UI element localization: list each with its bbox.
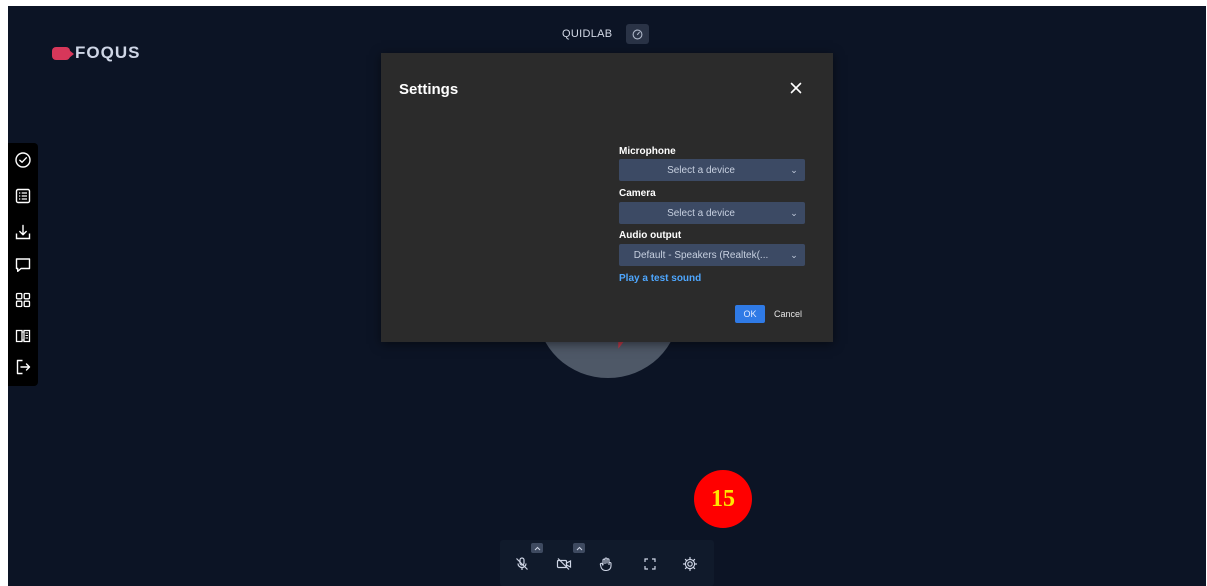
dialog-title: Settings	[399, 81, 459, 98]
microphone-label: Microphone	[619, 146, 676, 157]
raise-hand-icon[interactable]	[594, 552, 618, 576]
check-circle-icon[interactable]	[12, 149, 34, 171]
left-border	[0, 0, 8, 586]
mic-off-icon[interactable]	[510, 552, 534, 576]
call-toolbar	[500, 540, 714, 586]
book-icon[interactable]	[12, 325, 34, 347]
camera-select-value: Select a device	[667, 207, 735, 219]
room-name: QUIDLAB	[562, 28, 613, 40]
chevron-down-icon: ⌄	[790, 207, 798, 218]
settings-gear-icon[interactable]	[678, 552, 702, 576]
download-icon[interactable]	[12, 221, 34, 243]
fullscreen-icon[interactable]	[638, 552, 662, 576]
camera-select[interactable]: Select a device ⌄	[619, 202, 805, 224]
settings-dialog: Settings Microphone Select a device ⌄ Ca…	[381, 53, 833, 342]
logo-text: FOQUS	[75, 43, 141, 62]
grid-icon[interactable]	[12, 289, 34, 311]
audio-output-select[interactable]: Default - Speakers (Realtek(... ⌄	[619, 244, 805, 266]
play-test-sound-link[interactable]: Play a test sound	[619, 273, 701, 284]
exit-icon[interactable]	[12, 356, 34, 378]
audio-output-label: Audio output	[619, 230, 682, 241]
chat-icon[interactable]	[12, 254, 34, 276]
camera-off-icon[interactable]	[552, 552, 576, 576]
step-number-badge: 15	[694, 470, 752, 528]
microphone-select[interactable]: Select a device ⌄	[619, 159, 805, 181]
logo-chat-icon	[52, 46, 74, 60]
gauge-icon[interactable]	[626, 24, 650, 44]
microphone-select-value: Select a device	[667, 164, 735, 176]
close-icon[interactable]	[787, 79, 805, 97]
camera-label: Camera	[619, 188, 656, 199]
chevron-down-icon: ⌄	[790, 164, 798, 175]
audio-output-select-value: Default - Speakers (Realtek(...	[633, 249, 769, 261]
camera-options-caret[interactable]	[573, 543, 585, 553]
left-sidebar	[8, 143, 38, 386]
cancel-button[interactable]: Cancel	[774, 305, 802, 323]
chevron-down-icon: ⌄	[790, 249, 798, 260]
ok-button[interactable]: OK	[735, 305, 765, 323]
app-logo: FOQUS	[52, 43, 140, 63]
list-icon[interactable]	[12, 185, 34, 207]
room-header: QUIDLAB	[562, 24, 650, 44]
mic-options-caret[interactable]	[531, 543, 543, 553]
